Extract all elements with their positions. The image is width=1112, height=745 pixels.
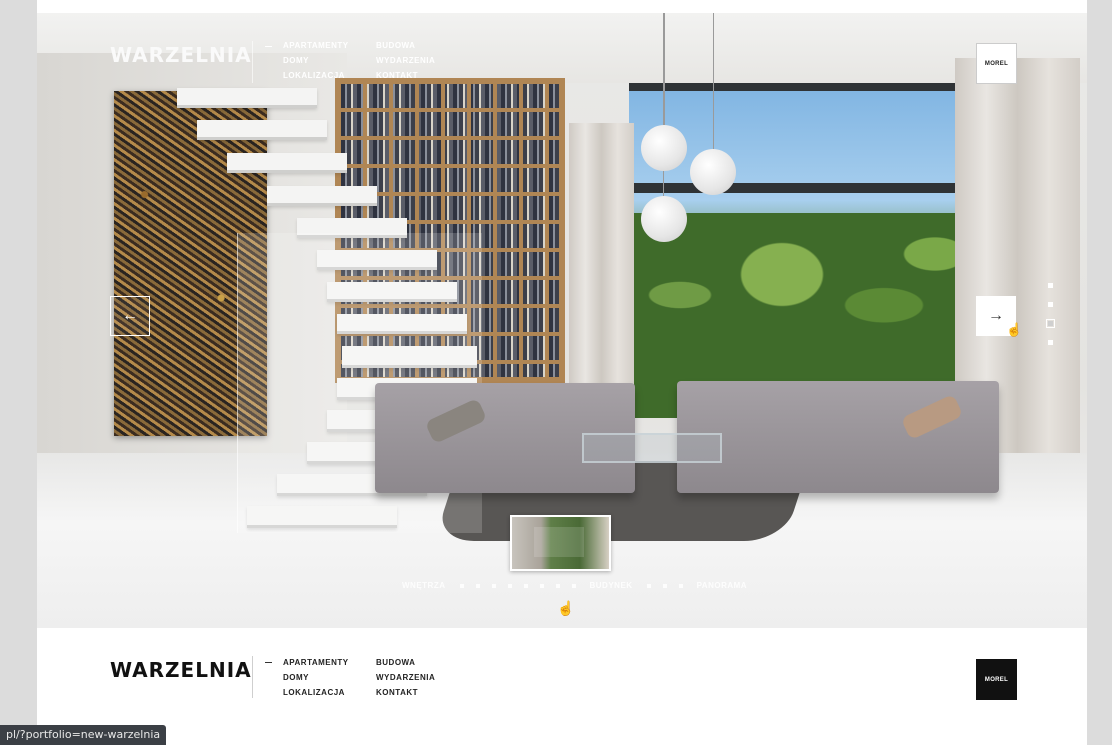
- slide-pagination: [1046, 283, 1055, 359]
- partner-logo[interactable]: MOREL: [976, 43, 1017, 84]
- nav-link-budowa[interactable]: BUDOWA: [376, 38, 435, 53]
- page-frame: WARZELNIA APARTAMENTY DOMY LOKALIZACJA B…: [37, 0, 1087, 745]
- footer-nav-col1: APARTAMENTY DOMY LOKALIZACJA: [283, 655, 349, 700]
- footer-link-domy[interactable]: DOMY: [283, 670, 349, 685]
- header-divider: [252, 41, 253, 83]
- thumb-dot[interactable]: [678, 583, 683, 588]
- thumb-dot[interactable]: [523, 583, 528, 588]
- section-link-wnetrza[interactable]: WNĘTRZA: [402, 581, 446, 590]
- browser-status-url: pl/?portfolio=new-warzelnia: [0, 725, 167, 745]
- pagination-dot[interactable]: [1048, 283, 1053, 288]
- thumb-dot[interactable]: [475, 583, 480, 588]
- thumb-dot[interactable]: [491, 583, 496, 588]
- scene-pendant-lamp: [641, 125, 687, 171]
- hand-cursor-icon: ☝: [557, 600, 575, 616]
- footer-nav-col2: BUDOWA WYDARZENIA KONTAKT: [376, 655, 435, 700]
- main-nav-col2: BUDOWA WYDARZENIA KONTAKT: [376, 38, 435, 83]
- nav-active-marker: [265, 46, 272, 47]
- scene-curtain-left: [569, 123, 634, 423]
- nav-link-lokalizacja[interactable]: LOKALIZACJA: [283, 68, 349, 83]
- scene-pendant-lamp: [641, 196, 687, 242]
- thumb-dot[interactable]: [646, 583, 651, 588]
- footer-logo[interactable]: WARZELNIA: [110, 658, 252, 682]
- pagination-dot[interactable]: [1048, 340, 1053, 345]
- footer-link-lokalizacja[interactable]: LOKALIZACJA: [283, 685, 349, 700]
- hand-cursor-icon: ☝: [1006, 322, 1023, 337]
- footer-nav-marker: [265, 662, 272, 663]
- nav-link-kontakt[interactable]: KONTAKT: [376, 68, 435, 83]
- thumb-dot[interactable]: [459, 583, 464, 588]
- section-link-panorama[interactable]: PANORAMA: [697, 581, 748, 590]
- pagination-dot[interactable]: [1048, 302, 1053, 307]
- top-strip: [37, 0, 1087, 13]
- scene-coffee-table: [582, 433, 722, 463]
- partner-logo-text: MOREL: [984, 60, 1009, 67]
- hero-slider: WARZELNIA APARTAMENTY DOMY LOKALIZACJA B…: [37, 13, 1087, 628]
- prev-slide-button[interactable]: ←: [110, 296, 150, 336]
- footer-link-wydarzenia[interactable]: WYDARZENIA: [376, 670, 435, 685]
- footer: WARZELNIA APARTAMENTY DOMY LOKALIZACJA B…: [37, 628, 1087, 745]
- footer-partner-logo-text: MOREL: [984, 676, 1009, 683]
- footer-link-apartamenty[interactable]: APARTAMENTY: [283, 655, 349, 670]
- slide-thumbnail-preview[interactable]: [510, 515, 611, 571]
- logo[interactable]: WARZELNIA: [110, 43, 252, 67]
- arrow-right-icon: →: [988, 307, 1004, 324]
- thumb-dot[interactable]: [571, 583, 576, 588]
- thumb-dot[interactable]: [662, 583, 667, 588]
- thumb-dot[interactable]: [539, 583, 544, 588]
- thumb-dot[interactable]: [555, 583, 560, 588]
- section-link-budynek[interactable]: BUDYNEK: [590, 581, 633, 590]
- footer-link-budowa[interactable]: BUDOWA: [376, 655, 435, 670]
- nav-link-domy[interactable]: DOMY: [283, 53, 349, 68]
- footer-partner-logo[interactable]: MOREL: [976, 659, 1017, 700]
- pagination-dot-active[interactable]: [1046, 319, 1055, 328]
- gallery-section-nav: WNĘTRZA BUDYNEK PANORAMA: [394, 581, 755, 590]
- footer-link-kontakt[interactable]: KONTAKT: [376, 685, 435, 700]
- scene-pendant-lamp: [690, 149, 736, 195]
- thumb-dot[interactable]: [507, 583, 512, 588]
- footer-divider: [252, 656, 253, 698]
- nav-link-apartamenty[interactable]: APARTAMENTY: [283, 38, 349, 53]
- main-nav-col1: APARTAMENTY DOMY LOKALIZACJA: [283, 38, 349, 83]
- nav-link-wydarzenia[interactable]: WYDARZENIA: [376, 53, 435, 68]
- arrow-left-icon: ←: [122, 307, 138, 324]
